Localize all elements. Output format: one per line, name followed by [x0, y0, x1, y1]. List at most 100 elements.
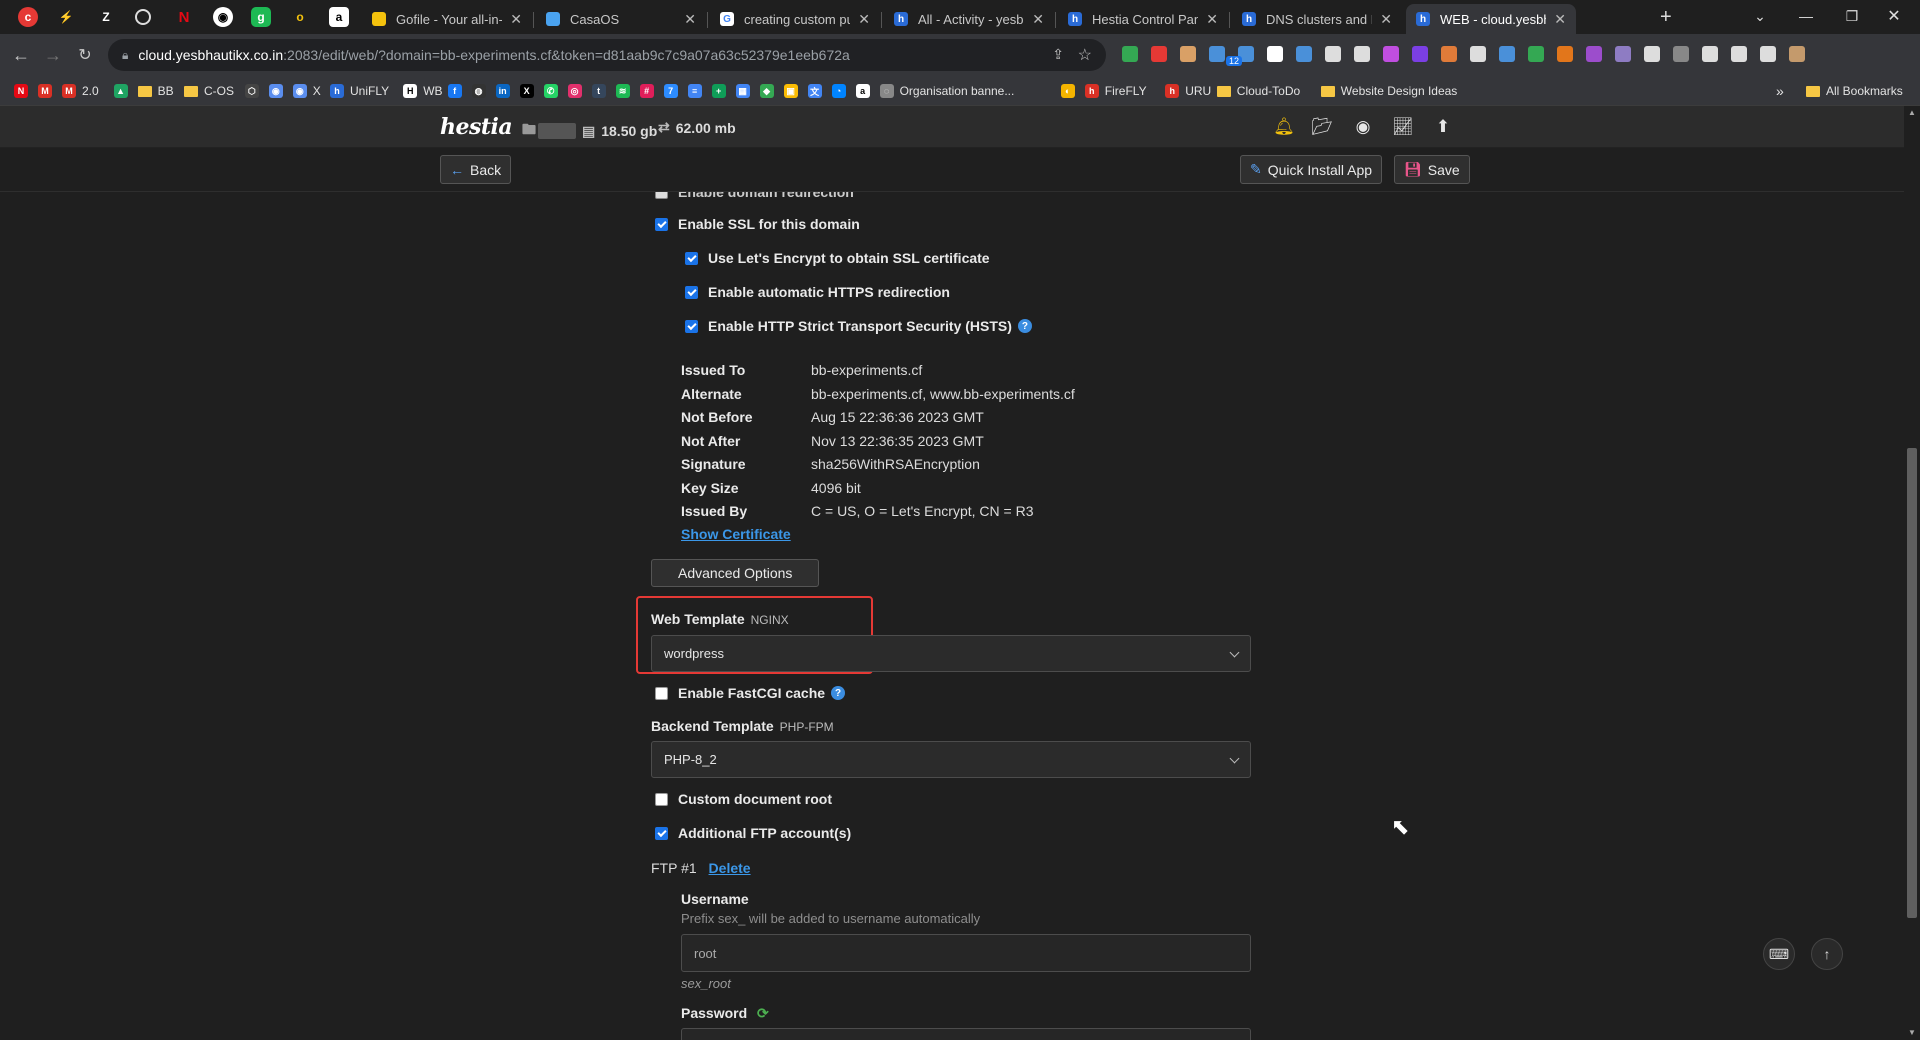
hestia-logo[interactable]: hestia: [440, 114, 513, 140]
extension-icon[interactable]: [1760, 46, 1776, 62]
tab-close-icon[interactable]: ✕: [684, 11, 696, 28]
bookmark-item[interactable]: h FireFLY: [1084, 82, 1147, 100]
minimize-button[interactable]: —: [1786, 4, 1826, 28]
upload-arrow-icon[interactable]: ⬆: [1432, 117, 1454, 137]
browser-tab[interactable]: Gofile - Your all-in-one ✕: [362, 4, 532, 34]
browser-tab[interactable]: CasaOS ✕: [536, 4, 706, 34]
pinned-tab-icon[interactable]: c: [18, 7, 38, 27]
ssl-checkbox[interactable]: [655, 217, 668, 231]
browser-tab[interactable]: Gcreating custom public ✕: [710, 4, 880, 34]
extension-icon[interactable]: [1122, 46, 1138, 62]
letsencrypt-option[interactable]: Use Let's Encrypt to obtain SSL certific…: [685, 250, 990, 266]
all-bookmarks-button[interactable]: All Bookmarks: [1806, 82, 1903, 100]
save-button[interactable]: 💾︎ Save: [1394, 155, 1470, 184]
back-arrow-icon[interactable]: ←: [8, 42, 34, 68]
browser-tab[interactable]: h Hestia Control Panel - ✕: [1058, 4, 1228, 34]
bookmark-item[interactable]: ▣: [783, 82, 804, 100]
refresh-password-icon[interactable]: ⟳: [757, 1005, 769, 1021]
pinned-tab-icon[interactable]: [135, 9, 151, 25]
extension-icon[interactable]: [1702, 46, 1718, 62]
bookmark-item[interactable]: ✆: [543, 82, 564, 100]
bookmark-item[interactable]: N: [14, 82, 34, 100]
bookmark-item[interactable]: t: [591, 82, 612, 100]
advanced-options-button[interactable]: Advanced Options: [651, 559, 820, 587]
bookmark-item[interactable]: Cloud-ToDo: [1216, 82, 1300, 100]
custom-docroot-option[interactable]: Custom document root: [655, 791, 832, 807]
backend-template-select[interactable]: PHP-8_2: [651, 741, 1251, 778]
domain-redirection-option[interactable]: Enable domain redirection: [655, 192, 854, 200]
web-template-select[interactable]: wordpress: [651, 635, 1251, 672]
extension-icon[interactable]: [1296, 46, 1312, 62]
extension-icon[interactable]: [1615, 46, 1631, 62]
extension-icon[interactable]: [1557, 46, 1573, 62]
extension-icon[interactable]: [1528, 46, 1544, 62]
keyboard-shortcuts-icon[interactable]: ⌨: [1763, 938, 1795, 970]
bookmark-item[interactable]: ▲: [113, 82, 134, 100]
bookmark-item[interactable]: ◉ X: [292, 82, 321, 100]
bookmark-item[interactable]: in: [495, 82, 516, 100]
help-icon[interactable]: ?: [1017, 319, 1032, 333]
forward-arrow-icon[interactable]: →: [40, 42, 66, 68]
show-certificate-link[interactable]: Show Certificate: [681, 526, 791, 542]
bookmark-item[interactable]: ▦: [735, 82, 756, 100]
hsts-option[interactable]: Enable HTTP Strict Transport Security (H…: [685, 318, 1032, 334]
extension-icon[interactable]: [1151, 46, 1167, 62]
bookmark-item[interactable]: Website Design Ideas: [1320, 82, 1457, 100]
additional-ftp-checkbox[interactable]: [655, 826, 668, 840]
pinned-tab-icon[interactable]: o: [290, 7, 310, 27]
help-icon[interactable]: ?: [831, 686, 846, 700]
bookmark-star-icon[interactable]: ☆: [1078, 45, 1092, 65]
bookmark-item[interactable]: ◍: [471, 82, 492, 100]
user-account-icon[interactable]: ◉: [1352, 117, 1374, 137]
bookmark-item[interactable]: ◉: [268, 82, 289, 100]
pinned-tab-icon[interactable]: a: [329, 7, 349, 27]
bookmark-item[interactable]: ◎: [567, 82, 588, 100]
bookmark-item[interactable]: h URU: [1165, 82, 1211, 100]
letsencrypt-checkbox[interactable]: [685, 251, 698, 265]
notifications-bell-icon[interactable]: 🔔︎: [1273, 117, 1295, 137]
bookmark-item[interactable]: ◌ Organisation banne...: [879, 82, 1014, 100]
https-redirect-checkbox[interactable]: [685, 285, 698, 299]
pinned-tab-icon[interactable]: g: [251, 7, 271, 27]
bookmark-item[interactable]: H WB: [403, 82, 443, 100]
tab-close-icon[interactable]: ✕: [1554, 11, 1566, 28]
tab-close-icon[interactable]: ✕: [858, 11, 870, 28]
browser-tab[interactable]: h All - Activity - yesbhau ✕: [884, 4, 1054, 34]
bookmark-item[interactable]: ◆: [759, 82, 780, 100]
scroll-down-arrow-icon[interactable]: ▼: [1908, 1028, 1916, 1037]
extension-icon[interactable]: [1267, 46, 1283, 62]
bookmark-item[interactable]: +: [711, 82, 732, 100]
bookmark-item[interactable]: M: [38, 82, 58, 100]
extension-icon[interactable]: [1586, 46, 1602, 62]
additional-ftp-option[interactable]: Additional FTP account(s): [655, 825, 851, 841]
page-scrollbar[interactable]: ▲ ▼: [1904, 106, 1920, 1040]
extension-icon[interactable]: [1354, 46, 1370, 62]
bookmark-item[interactable]: ◐: [1060, 82, 1081, 100]
new-tab-button[interactable]: +: [1660, 6, 1672, 29]
tab-close-icon[interactable]: ✕: [1206, 11, 1218, 28]
ssl-enable-option[interactable]: Enable SSL for this domain: [655, 216, 860, 232]
bookmark-item[interactable]: f: [447, 82, 468, 100]
extension-icon[interactable]: [1644, 46, 1660, 62]
bookmark-item[interactable]: h UniFLY: [330, 82, 389, 100]
fastcgi-checkbox[interactable]: [655, 686, 668, 700]
tab-search-icon[interactable]: ⌄: [1740, 4, 1780, 28]
quick-install-app-button[interactable]: ✎ Quick Install App: [1240, 155, 1383, 184]
bookmark-item[interactable]: ≋: [615, 82, 636, 100]
back-button[interactable]: ← Back: [440, 155, 512, 184]
reload-icon[interactable]: ↻: [72, 42, 98, 68]
hsts-checkbox[interactable]: [685, 319, 698, 333]
extension-icon[interactable]: [1789, 46, 1805, 62]
bookmark-item[interactable]: C-OS: [184, 82, 234, 100]
browser-tab[interactable]: h WEB - cloud.yesbhaut ✕: [1406, 4, 1576, 34]
share-icon[interactable]: ⇪: [1052, 46, 1064, 63]
bookmark-item[interactable]: M 2.0: [62, 82, 99, 100]
bookmark-item[interactable]: 7: [663, 82, 684, 100]
extension-icon[interactable]: [1383, 46, 1399, 62]
extension-icon[interactable]: [1499, 46, 1515, 62]
bookmark-item[interactable]: a: [855, 82, 876, 100]
bookmark-item[interactable]: #: [639, 82, 660, 100]
bookmark-item[interactable]: ⬡: [244, 82, 265, 100]
extension-icon[interactable]: [1731, 46, 1747, 62]
bookmark-item[interactable]: BB: [137, 82, 174, 100]
